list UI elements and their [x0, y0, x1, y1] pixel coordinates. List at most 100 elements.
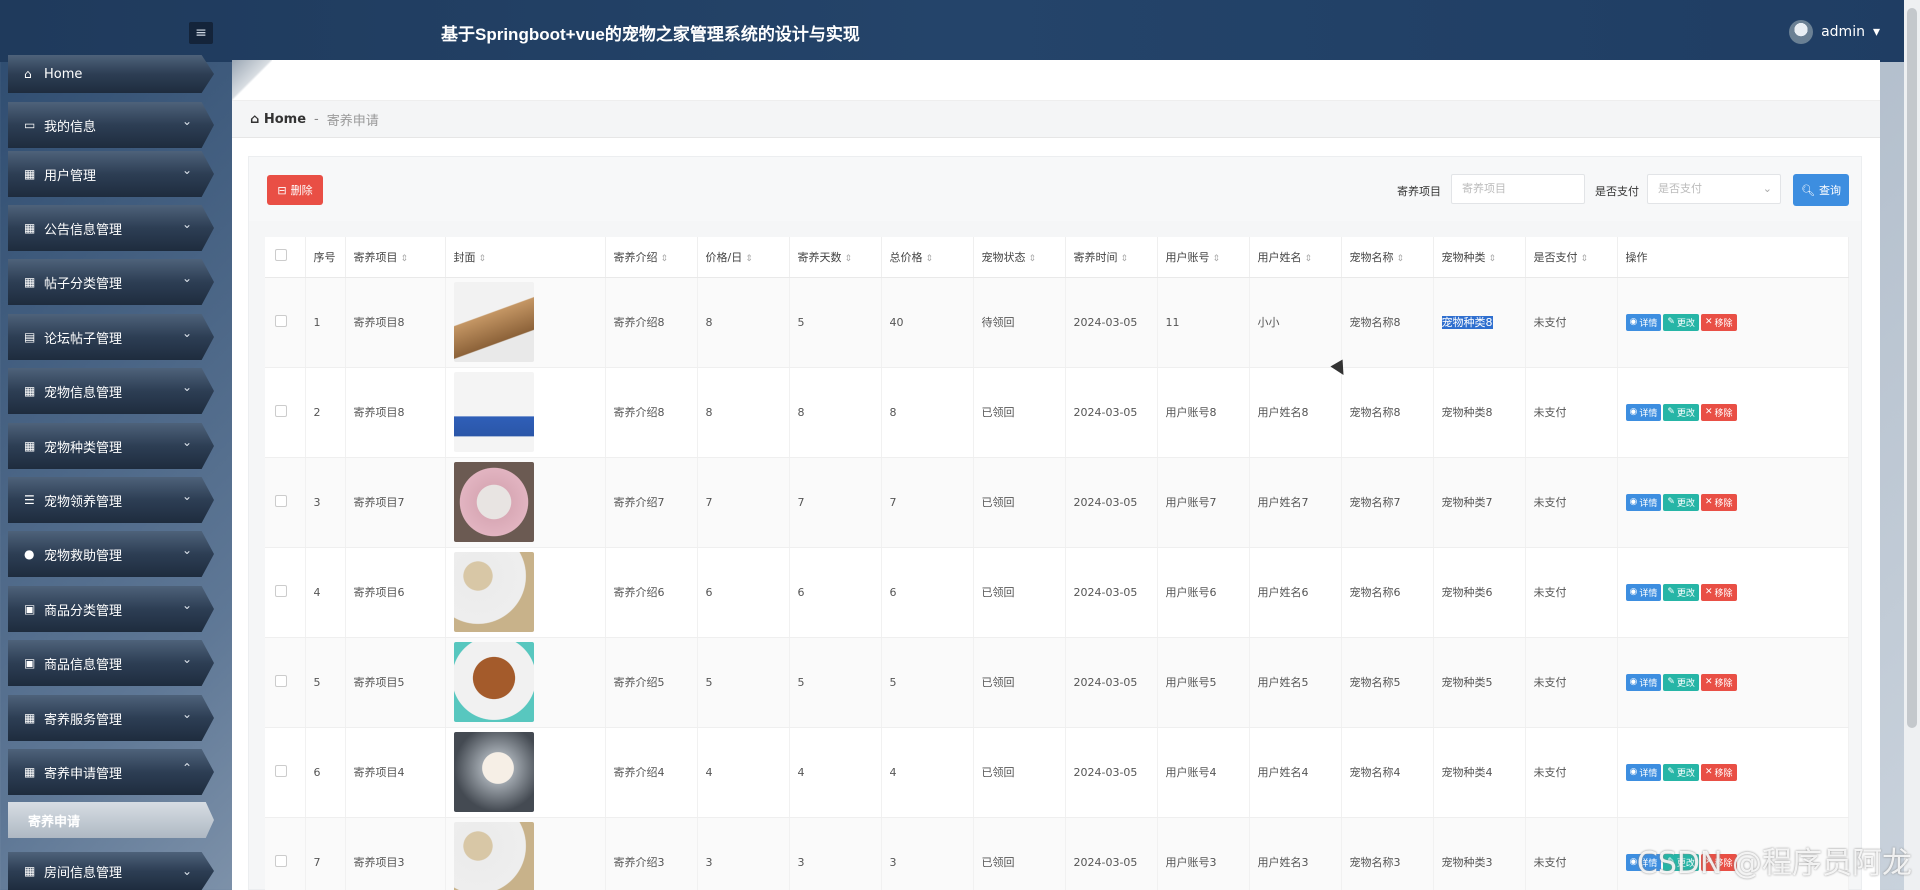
table-row[interactable]: 2 寄养项目8 寄养介绍8 8 8 8 已领回 2024-03-05 用户账号8… [265, 367, 1849, 458]
table-row[interactable]: 1 寄养项目8 寄养介绍8 8 5 40 待领回 2024-03-05 11 小… [265, 277, 1849, 368]
edit-button[interactable]: ✎ 更改 [1663, 403, 1699, 421]
sort-icon: ⇕ [1396, 253, 1405, 264]
view-button[interactable]: ◉ 详情 [1625, 403, 1662, 421]
search-button[interactable]: 🔍︎ 查询 [1793, 174, 1849, 206]
menu-toggle-icon[interactable]: ≡ [189, 22, 213, 44]
chevron-down-icon: ⌄ [181, 543, 192, 557]
remove-button[interactable]: ✕ 移除 [1700, 403, 1737, 421]
sidebar-item-foster-apply[interactable]: ▦ 寄养申请管理 ⌃ [8, 749, 214, 795]
filter-item-input[interactable]: 寄养项目 [1451, 174, 1585, 204]
row-checkbox[interactable] [265, 637, 306, 728]
col-header[interactable]: 寄养介绍 ⇕ [605, 237, 698, 278]
row-checkbox[interactable] [265, 277, 306, 368]
row-checkbox[interactable] [265, 367, 306, 458]
cell-total: 6 [881, 547, 974, 638]
sidebar-subitem-foster-apply[interactable]: 寄养申请 [8, 802, 214, 838]
scrollbar-thumb[interactable] [1907, 8, 1917, 728]
breadcrumb-home[interactable]: ⌂ Home [250, 112, 306, 127]
sort-icon: ⇕ [400, 253, 409, 264]
sidebar-item-home[interactable]: ⌂ Home [8, 55, 214, 93]
close-icon: ✕ [1704, 317, 1713, 327]
scrollbar[interactable] [1904, 0, 1920, 890]
sidebar-item-pet-kind[interactable]: ▦ 宠物种类管理 ⌄ [8, 423, 214, 469]
delete-button[interactable]: ⊟ 删除 [267, 175, 323, 205]
cell-time: 2024-03-05 [1065, 277, 1158, 368]
sidebar-item-notice[interactable]: ▦ 公告信息管理 ⌄ [8, 205, 214, 251]
row-checkbox[interactable] [265, 817, 306, 890]
view-button[interactable]: ◉ 详情 [1625, 583, 1662, 601]
select-all-checkbox[interactable] [265, 237, 306, 278]
edit-icon: ✎ [1667, 677, 1675, 687]
cell-ops: ◉ 详情 ✎ 更改 ✕ 移除 [1617, 277, 1849, 368]
remove-button[interactable]: ✕ 移除 [1700, 763, 1737, 781]
col-header[interactable]: 寄养天数 ⇕ [789, 237, 882, 278]
sidebar-item-my-info[interactable]: ▭ 我的信息 ⌄ [8, 102, 214, 148]
cover-image[interactable] [453, 372, 534, 452]
col-header[interactable]: 宠物状态 ⇕ [973, 237, 1066, 278]
sidebar-item-adoption[interactable]: ☰ 宠物领养管理 ⌄ [8, 477, 214, 523]
col-header[interactable]: 封面 ⇕ [445, 237, 606, 278]
edit-button[interactable]: ✎ 更改 [1663, 493, 1699, 511]
cover-image[interactable] [453, 282, 534, 362]
cover-image[interactable] [453, 822, 534, 890]
sidebar-item-post-category[interactable]: ▦ 帖子分类管理 ⌄ [8, 259, 214, 305]
sidebar-item-pet-info[interactable]: ▦ 宠物信息管理 ⌄ [8, 368, 214, 414]
view-button[interactable]: ◉ 详情 [1625, 763, 1662, 781]
filter-paid-select[interactable]: 是否支付 ⌄ [1647, 174, 1781, 204]
col-header[interactable]: 价格/日 ⇕ [697, 237, 790, 278]
grid-icon: ▦ [24, 439, 36, 453]
sidebar-item-users[interactable]: ▦ 用户管理 ⌄ [8, 151, 214, 197]
row-checkbox[interactable] [265, 727, 306, 818]
col-header[interactable]: 总价格 ⇕ [881, 237, 974, 278]
cell-ops: ◉ 详情 ✎ 更改 ✕ 移除 [1617, 637, 1849, 728]
sidebar-item-rescue[interactable]: ● 宠物救助管理 ⌄ [8, 531, 214, 577]
sidebar-item-room[interactable]: ▦ 房间信息管理 ⌄ [8, 852, 214, 890]
col-header[interactable]: 用户账号 ⇕ [1157, 237, 1250, 278]
edit-button[interactable]: ✎ 更改 [1663, 673, 1699, 691]
sidebar-item-foster-service[interactable]: ▦ 寄养服务管理 ⌄ [8, 695, 214, 741]
cell-paid: 未支付 [1525, 637, 1618, 728]
cell-name: 用户姓名8 [1249, 367, 1342, 458]
cell-account: 11 [1157, 277, 1250, 368]
cell-days: 4 [789, 727, 882, 818]
view-button[interactable]: ◉ 详情 [1625, 493, 1662, 511]
remove-button[interactable]: ✕ 移除 [1700, 493, 1737, 511]
sidebar-item-goods-info[interactable]: ▣ 商品信息管理 ⌄ [8, 640, 214, 686]
remove-button[interactable]: ✕ 移除 [1700, 313, 1737, 331]
cell-ops: ◉ 详情 ✎ 更改 ✕ 移除 [1617, 727, 1849, 818]
view-button[interactable]: ◉ 详情 [1625, 673, 1662, 691]
col-header[interactable]: 宠物种类 ⇕ [1433, 237, 1526, 278]
table-row[interactable]: 5 寄养项目5 寄养介绍5 5 5 5 已领回 2024-03-05 用户账号5… [265, 637, 1849, 728]
col-header[interactable]: 寄养项目 ⇕ [345, 237, 446, 278]
cover-image[interactable] [453, 462, 534, 542]
col-header[interactable]: 寄养时间 ⇕ [1065, 237, 1158, 278]
cover-image[interactable] [453, 642, 534, 722]
edit-button[interactable]: ✎ 更改 [1663, 583, 1699, 601]
row-checkbox[interactable] [265, 457, 306, 548]
eye-icon: ◉ [1629, 497, 1638, 507]
col-header[interactable]: 用户姓名 ⇕ [1249, 237, 1342, 278]
row-checkbox[interactable] [265, 547, 306, 638]
caret-down-icon: ▾ [1872, 24, 1880, 40]
col-header[interactable]: 宠物名称 ⇕ [1341, 237, 1434, 278]
cover-image[interactable] [453, 732, 534, 812]
edit-button[interactable]: ✎ 更改 [1663, 313, 1699, 331]
table-row[interactable]: 3 寄养项目7 寄养介绍7 7 7 7 已领回 2024-03-05 用户账号7… [265, 457, 1849, 548]
remove-button[interactable]: ✕ 移除 [1700, 583, 1737, 601]
view-button[interactable]: ◉ 详情 [1625, 313, 1662, 331]
table-row[interactable]: 7 寄养项目3 寄养介绍3 3 3 3 已领回 2024-03-05 用户账号3… [265, 817, 1849, 890]
cell-total: 4 [881, 727, 974, 818]
table-row[interactable]: 4 寄养项目6 寄养介绍6 6 6 6 已领回 2024-03-05 用户账号6… [265, 547, 1849, 638]
sidebar-item-goods-category[interactable]: ▣ 商品分类管理 ⌄ [8, 586, 214, 632]
sidebar-item-forum[interactable]: ▤ 论坛帖子管理 ⌄ [8, 314, 214, 360]
table-row[interactable]: 6 寄养项目4 寄养介绍4 4 4 4 已领回 2024-03-05 用户账号4… [265, 727, 1849, 818]
cell-account: 用户账号5 [1157, 637, 1250, 728]
close-icon: ✕ [1704, 587, 1713, 597]
grid-icon: ▦ [24, 275, 36, 289]
user-menu[interactable]: admin ▾ [1789, 20, 1880, 44]
col-header[interactable]: 是否支付 ⇕ [1525, 237, 1618, 278]
edit-button[interactable]: ✎ 更改 [1663, 763, 1699, 781]
remove-button[interactable]: ✕ 移除 [1700, 673, 1737, 691]
edit-icon: ✎ [1667, 317, 1675, 327]
cover-image[interactable] [453, 552, 534, 632]
